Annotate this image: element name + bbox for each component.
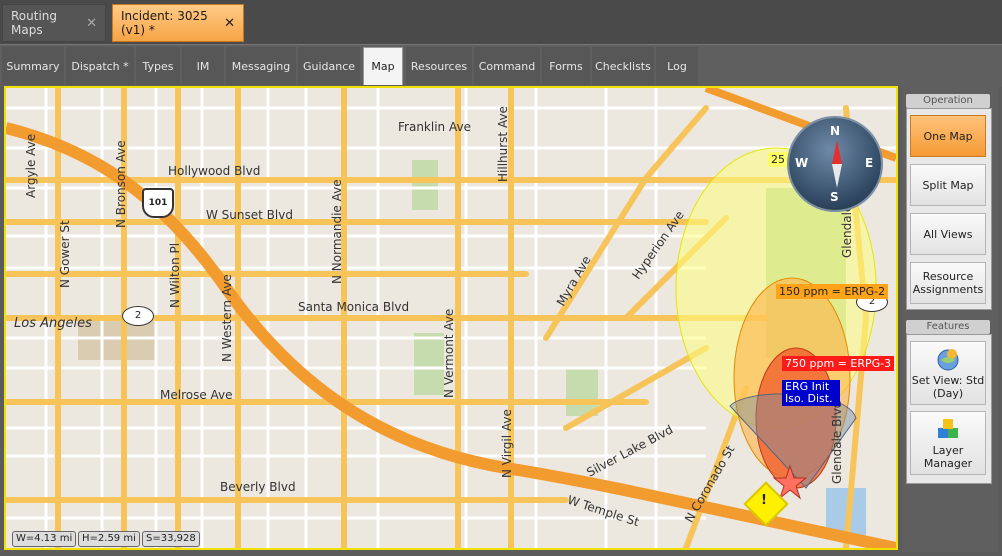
- street-label: Franklin Ave: [398, 120, 471, 134]
- sidebar: Operation One Map Split Map All Views Re…: [902, 86, 998, 552]
- split-map-button[interactable]: Split Map: [910, 164, 986, 206]
- tab-forms[interactable]: Forms: [542, 47, 590, 85]
- view-tab-bar: Summary Dispatch * Types IM Messaging Gu…: [0, 44, 1002, 87]
- compass-east: E: [865, 156, 874, 170]
- street-label: N Gower St: [58, 220, 72, 288]
- street-label: N Virgil Ave: [500, 409, 514, 478]
- tab-resources[interactable]: Resources: [406, 47, 472, 85]
- doc-tab-routing-maps[interactable]: Routing Maps ✕: [2, 4, 106, 42]
- street-label: Beverly Blvd: [220, 480, 296, 494]
- doc-tab-incident[interactable]: Incident: 3025 (v1) * ✕: [112, 4, 244, 42]
- street-label: Hollywood Blvd: [168, 164, 261, 178]
- tab-command[interactable]: Command: [474, 47, 540, 85]
- street-label: Argyle Ave: [24, 133, 38, 198]
- compass-south: S: [830, 190, 839, 204]
- street-label: Santa Monica Blvd: [298, 300, 410, 314]
- park-area: [412, 160, 438, 210]
- us-101-shield-icon: 101: [142, 188, 174, 218]
- compass-icon[interactable]: N S E W: [789, 118, 881, 210]
- erg-iso-label: ERG Init Iso. Dist.: [782, 380, 840, 406]
- scale-readout: S=33,928: [142, 531, 200, 547]
- close-icon[interactable]: ✕: [86, 16, 97, 31]
- features-title: Features: [906, 320, 990, 334]
- close-icon[interactable]: ✕: [224, 16, 235, 31]
- erpg2-label: 150 ppm = ERPG-2: [776, 284, 889, 299]
- tab-types[interactable]: Types: [136, 47, 180, 85]
- compass-needle-tail: [832, 164, 842, 188]
- street-label: N Normandie Ave: [330, 179, 344, 284]
- width-readout: W=4.13 mi: [12, 531, 77, 547]
- one-map-button[interactable]: One Map: [910, 115, 986, 157]
- city-label: Los Angeles: [14, 316, 92, 331]
- document-tab-bar: Routing Maps ✕ Incident: 3025 (v1) * ✕: [0, 0, 1002, 44]
- all-views-button[interactable]: All Views: [910, 213, 986, 255]
- layers-icon: [938, 419, 958, 438]
- street-label: N Bronson Ave: [114, 140, 128, 228]
- incident-marker-glyph: !: [761, 493, 767, 508]
- street-label: Melrose Ave: [160, 388, 233, 402]
- doc-tab-label: Routing Maps: [11, 9, 58, 37]
- tab-im[interactable]: IM: [182, 47, 224, 85]
- operation-panel: One Map Split Map All Views Resource Ass…: [906, 108, 992, 310]
- compass-north: N: [830, 124, 841, 138]
- route-2-shield-icon: 2: [122, 306, 154, 326]
- park-area: [414, 333, 444, 395]
- height-readout: H=2.59 mi: [78, 531, 140, 547]
- compass-west: W: [795, 156, 809, 170]
- tab-map[interactable]: Map: [363, 47, 403, 85]
- tab-guidance[interactable]: Guidance: [298, 47, 360, 85]
- layer-manager-button[interactable]: Layer Manager: [910, 411, 986, 475]
- street-label: Glendale Blvd: [830, 400, 844, 484]
- park-area: [566, 368, 598, 416]
- street-label: N Western Ave: [220, 274, 234, 362]
- map-canvas[interactable]: Franklin Ave Hollywood Blvd W Sunset Blv…: [4, 86, 898, 550]
- tab-summary[interactable]: Summary: [2, 47, 64, 85]
- tab-dispatch[interactable]: Dispatch *: [66, 47, 134, 85]
- set-view-label: Set View: Std (Day): [911, 374, 985, 400]
- street-label: Glendale: [840, 204, 854, 258]
- tab-log[interactable]: Log: [656, 47, 698, 85]
- operation-title: Operation: [906, 94, 990, 108]
- street-label: N Wilton Pl: [168, 242, 182, 308]
- street-label: N Vermont Ave: [442, 308, 456, 398]
- globe-icon: [937, 349, 959, 371]
- street-label: W Sunset Blvd: [206, 208, 293, 222]
- doc-tab-label: Incident: 3025 (v1) *: [121, 9, 208, 37]
- set-view-button[interactable]: Set View: Std (Day): [910, 341, 986, 405]
- erpg3-label: 750 ppm = ERPG-3: [782, 356, 895, 371]
- layer-manager-label: Layer Manager: [923, 444, 973, 470]
- tab-checklists[interactable]: Checklists: [592, 47, 654, 85]
- compass-needle: [832, 140, 842, 164]
- features-panel: Set View: Std (Day) Layer Manager: [906, 334, 992, 484]
- street-label: Hillhurst Ave: [496, 106, 510, 182]
- resource-assignments-button[interactable]: Resource Assignments: [910, 262, 986, 304]
- tab-messaging[interactable]: Messaging: [226, 47, 296, 85]
